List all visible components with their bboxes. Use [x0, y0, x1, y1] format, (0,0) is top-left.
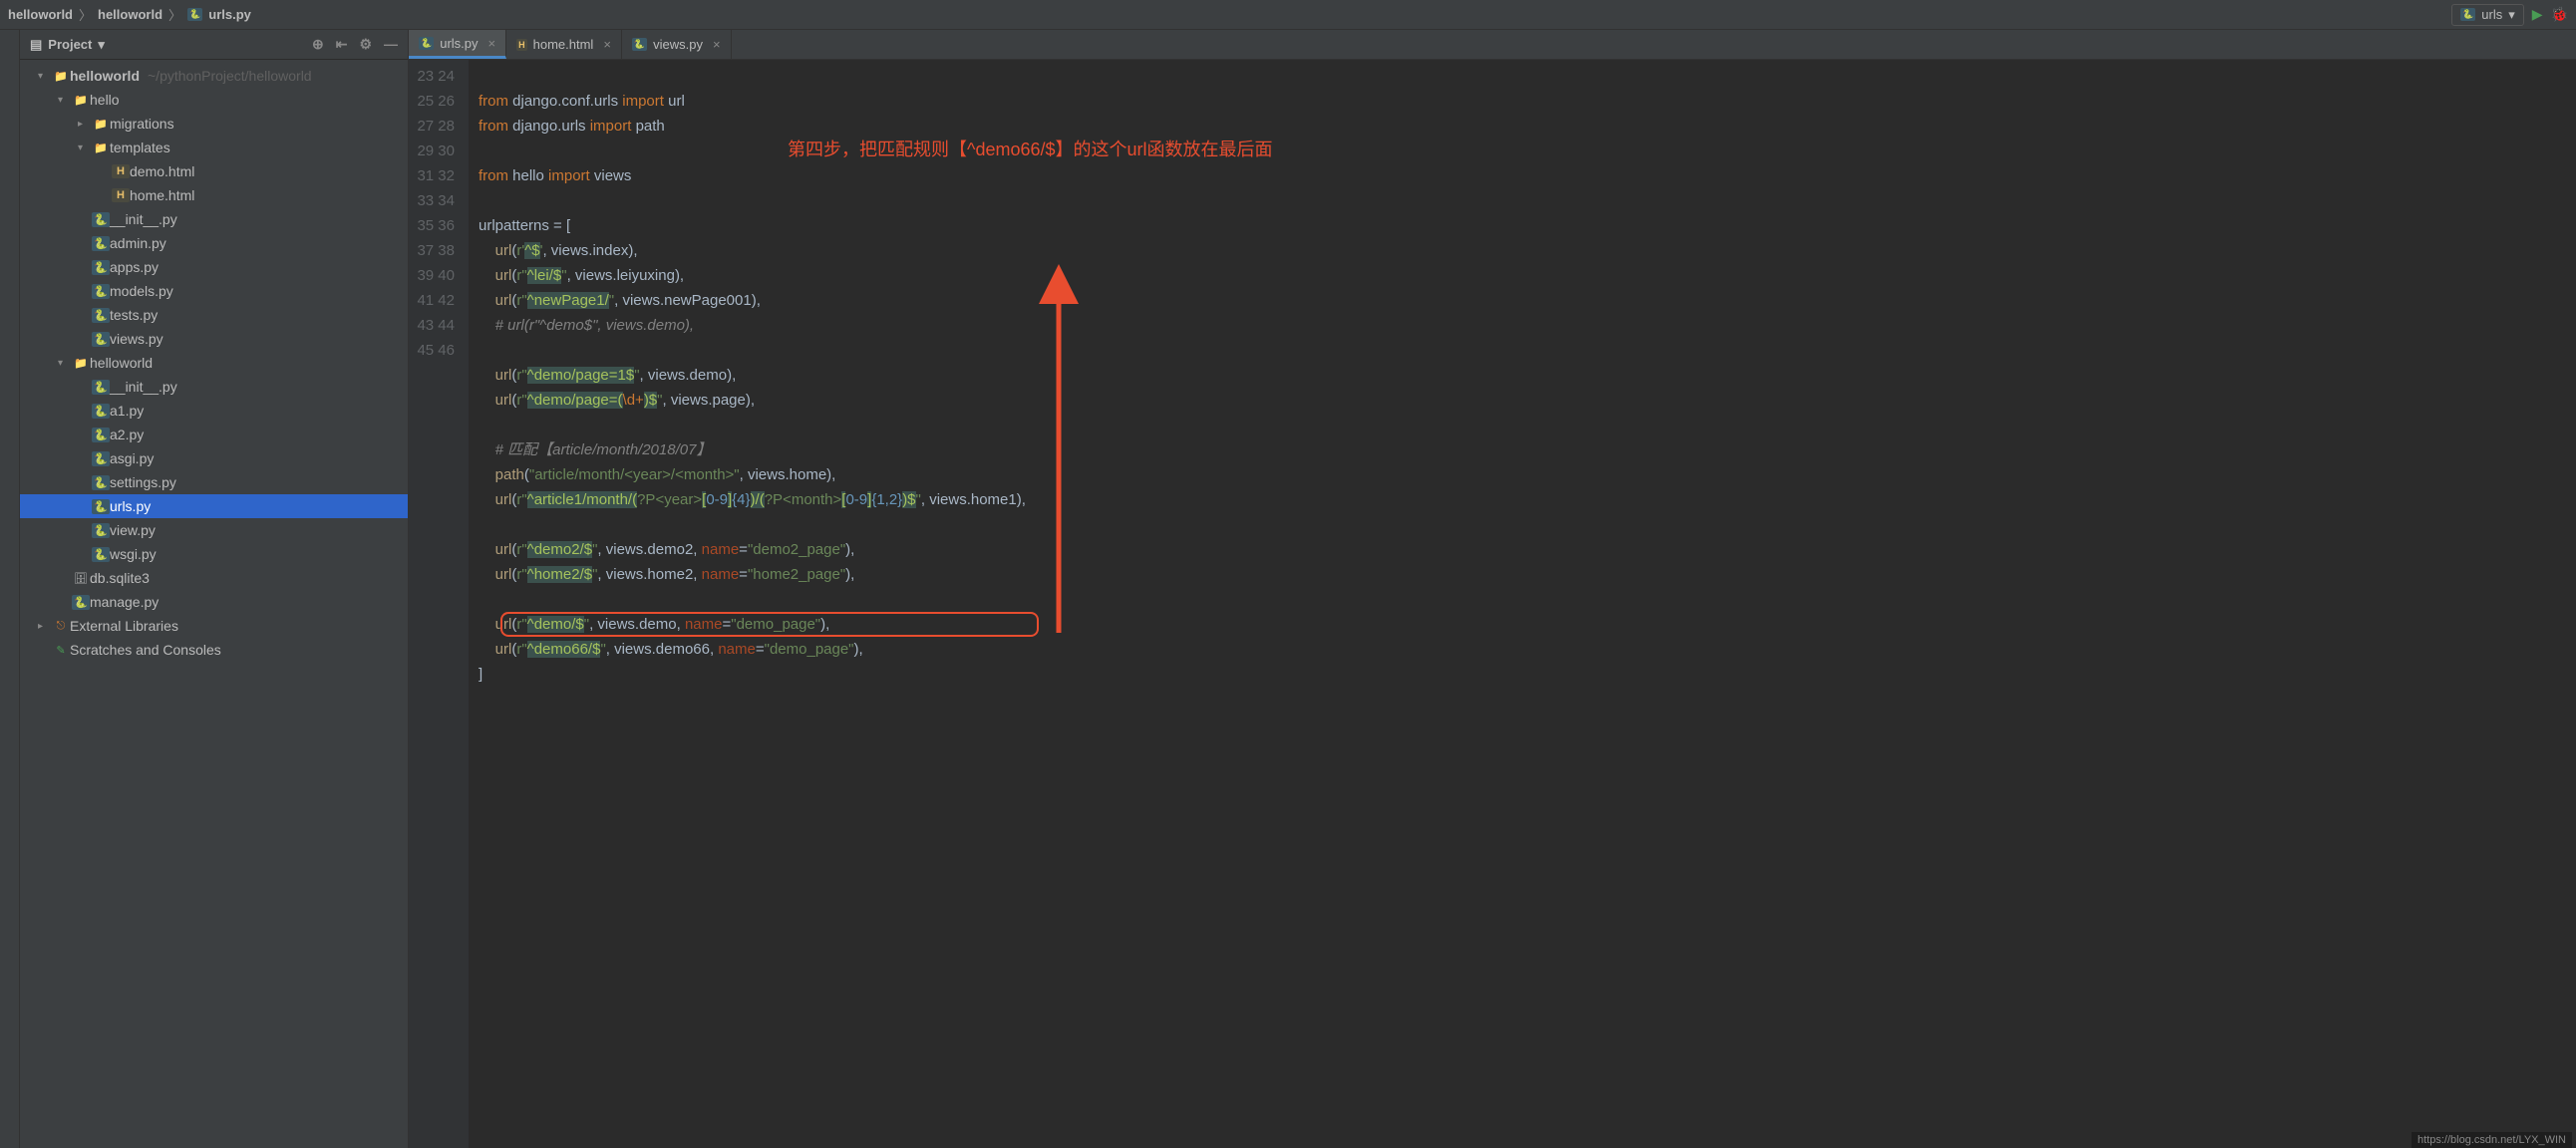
collapse-icon[interactable]: ⇤	[336, 36, 348, 53]
tree-file-html[interactable]: Hhome.html	[20, 183, 408, 207]
tree-file-py[interactable]: 🐍manage.py	[20, 590, 408, 614]
left-gutter[interactable]	[0, 30, 20, 1148]
project-panel: ▤ Project ▾ ⊕ ⇤ ⚙ — ▾📁helloworld~/python…	[20, 30, 409, 1148]
annotation-arrow	[987, 249, 1089, 676]
tree-file-py[interactable]: 🐍views.py	[20, 327, 408, 351]
run-config-label: urls	[2481, 7, 2502, 22]
tree-file-py[interactable]: 🐍tests.py	[20, 303, 408, 327]
project-tree[interactable]: ▾📁helloworld~/pythonProject/helloworld ▾…	[20, 60, 408, 1148]
tree-folder[interactable]: ▸📁migrations	[20, 112, 408, 136]
tree-folder[interactable]: ▾📁hello	[20, 88, 408, 112]
tab-views-py[interactable]: 🐍views.py×	[622, 30, 732, 59]
top-bar: helloworld 〉 helloworld 〉 🐍 urls.py 🐍 ur…	[0, 0, 2576, 30]
html-icon: H	[516, 39, 527, 51]
tree-file-py[interactable]: 🐍wsgi.py	[20, 542, 408, 566]
tree-scratches[interactable]: ✎Scratches and Consoles	[20, 638, 408, 662]
tree-file-py[interactable]: 🐍asgi.py	[20, 446, 408, 470]
tree-file-py[interactable]: 🐍a1.py	[20, 399, 408, 423]
tree-external-libraries[interactable]: ▸⎋External Libraries	[20, 614, 408, 638]
gear-icon[interactable]: ⚙	[359, 36, 372, 53]
tree-file-py[interactable]: 🐍a2.py	[20, 423, 408, 446]
breadcrumb[interactable]: helloworld 〉 helloworld 〉 🐍 urls.py	[8, 5, 251, 24]
watermark: https://blog.csdn.net/LYX_WIN	[2412, 1132, 2572, 1148]
code-editor[interactable]: 23 24 25 26 27 28 29 30 31 32 33 34 35 3…	[409, 60, 2576, 1148]
tree-file-py[interactable]: 🐍admin.py	[20, 231, 408, 255]
tree-file-py[interactable]: 🐍apps.py	[20, 255, 408, 279]
line-number-gutter: 23 24 25 26 27 28 29 30 31 32 33 34 35 3…	[409, 60, 469, 1148]
tree-file-db[interactable]: 🗄db.sqlite3	[20, 566, 408, 590]
tree-file-py[interactable]: 🐍__init__.py	[20, 375, 408, 399]
python-icon: 🐍	[2460, 8, 2475, 21]
annotation-text: 第四步，把匹配规则【^demo66/$】的这个url函数放在最后面	[788, 138, 1273, 162]
breadcrumb-item[interactable]: urls.py	[208, 7, 251, 22]
tree-file-html[interactable]: Hdemo.html	[20, 159, 408, 183]
tree-folder[interactable]: ▾📁templates	[20, 136, 408, 159]
tree-file-urls-py[interactable]: 🐍urls.py	[20, 494, 408, 518]
tree-file-py[interactable]: 🐍__init__.py	[20, 207, 408, 231]
editor-tabs: 🐍urls.py× Hhome.html× 🐍views.py×	[409, 30, 2576, 60]
tree-file-py[interactable]: 🐍models.py	[20, 279, 408, 303]
run-button[interactable]: ▶	[2532, 6, 2543, 23]
code-content[interactable]: from django.conf.urls import url from dj…	[469, 60, 2576, 1148]
tree-folder-root[interactable]: ▾📁helloworld~/pythonProject/helloworld	[20, 64, 408, 88]
python-icon: 🐍	[187, 8, 202, 21]
breadcrumb-item[interactable]: helloworld	[98, 7, 162, 22]
debug-button[interactable]: 🐞	[2551, 6, 2568, 23]
tab-urls-py[interactable]: 🐍urls.py×	[409, 30, 506, 59]
close-icon[interactable]: ×	[713, 37, 721, 52]
python-icon: 🐍	[632, 38, 647, 51]
breadcrumb-item[interactable]: helloworld	[8, 7, 73, 22]
project-panel-header: ▤ Project ▾ ⊕ ⇤ ⚙ —	[20, 30, 408, 60]
target-icon[interactable]: ⊕	[312, 36, 324, 53]
chevron-right-icon: 〉	[79, 5, 92, 24]
chevron-down-icon[interactable]: ▾	[98, 37, 105, 53]
chevron-down-icon: ▾	[2508, 7, 2515, 23]
tree-file-py[interactable]: 🐍settings.py	[20, 470, 408, 494]
chevron-right-icon: 〉	[168, 5, 181, 24]
project-icon: ▤	[30, 37, 42, 53]
tab-home-html[interactable]: Hhome.html×	[506, 30, 622, 59]
project-title: Project	[48, 37, 92, 52]
editor-area: 🐍urls.py× Hhome.html× 🐍views.py× 23 24 2…	[409, 30, 2576, 1148]
run-configuration-selector[interactable]: 🐍 urls ▾	[2451, 4, 2524, 26]
tree-folder[interactable]: ▾📁helloworld	[20, 351, 408, 375]
tree-file-py[interactable]: 🐍view.py	[20, 518, 408, 542]
close-icon[interactable]: ×	[488, 36, 496, 51]
close-icon[interactable]: ×	[603, 37, 611, 52]
python-icon: 🐍	[419, 37, 434, 50]
hide-icon[interactable]: —	[384, 36, 398, 53]
